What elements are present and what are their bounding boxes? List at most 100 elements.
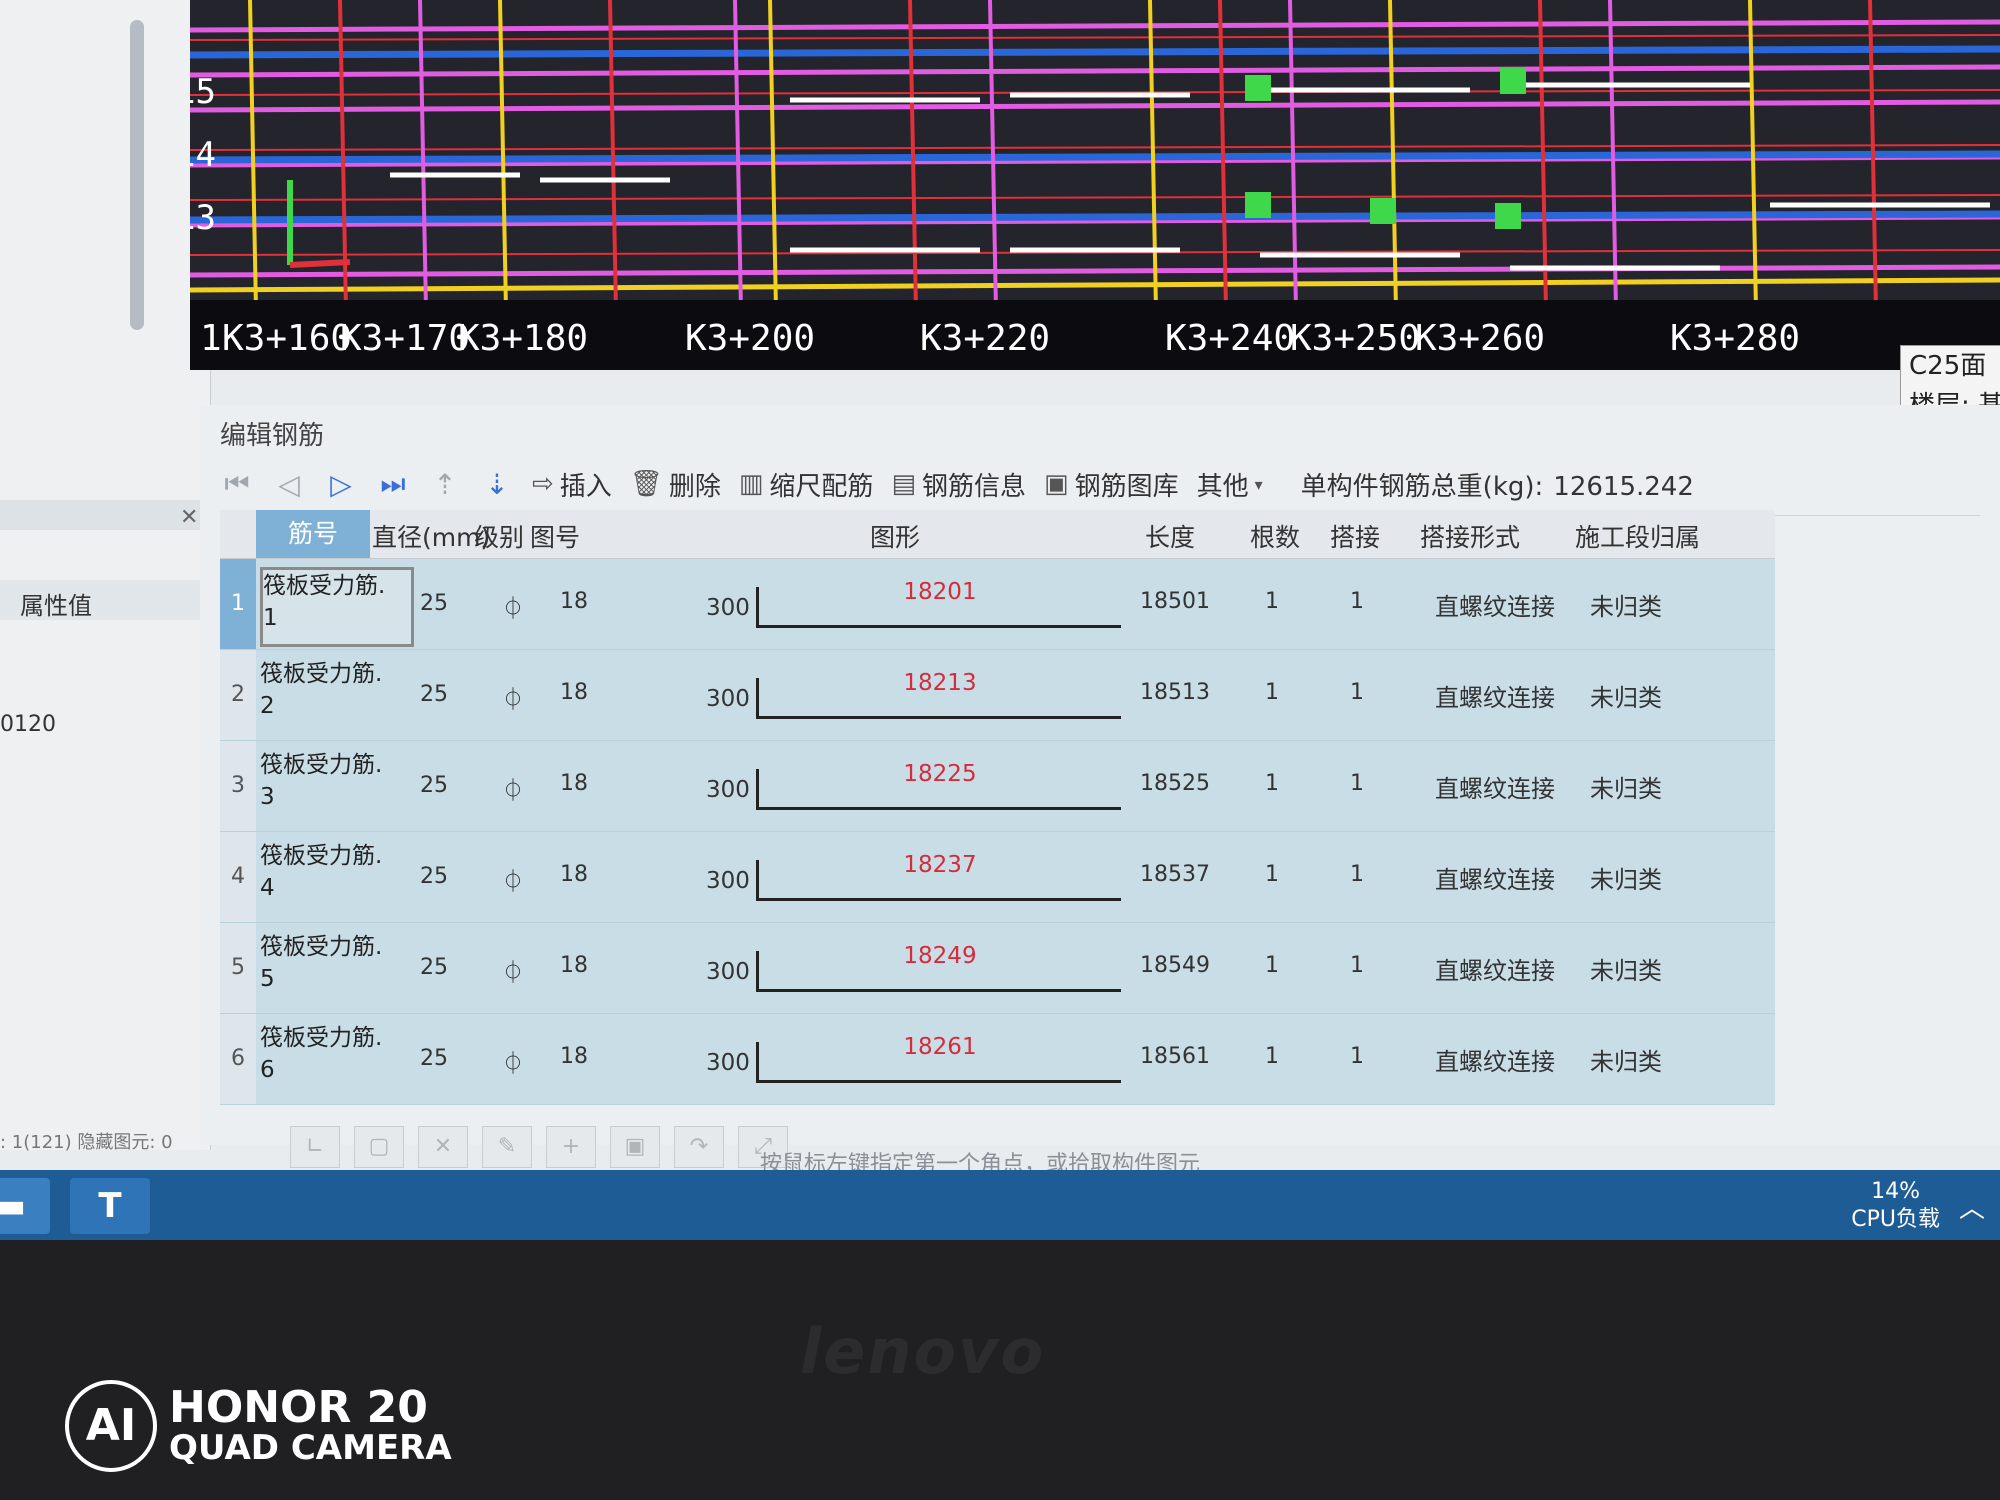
grade-cell[interactable]: ⏀ xyxy=(502,591,524,623)
shape-hook-length[interactable]: 300 xyxy=(706,868,750,894)
other-dropdown[interactable]: 其他 ▾ xyxy=(1197,466,1263,503)
shape-hook-length[interactable]: 300 xyxy=(706,686,750,712)
grip-handle[interactable] xyxy=(1245,192,1271,218)
col-bar-no[interactable]: 筋号 xyxy=(256,510,370,558)
shape-length-value[interactable]: 18237 xyxy=(759,852,1121,878)
grade-cell[interactable]: ⏀ xyxy=(502,864,524,896)
splice-cell[interactable]: 1 xyxy=(1350,589,1364,614)
length-cell[interactable]: 18549 xyxy=(1140,953,1210,978)
table-row[interactable]: 5 筏板受力筋. 5 25 ⏀ 18 300 18249 18549 1 1 直螺纹连接 未归类 xyxy=(220,923,1775,1014)
arc-tool-icon[interactable]: ↷ xyxy=(674,1126,724,1168)
diameter-cell[interactable]: 25 xyxy=(420,591,448,616)
table-row[interactable]: 2 筏板受力筋. 2 25 ⏀ 18 300 18213 18513 1 1 直螺纹连接 未归类 xyxy=(220,650,1775,741)
pen-tool-icon[interactable]: ✎ xyxy=(482,1126,532,1168)
figure-no-cell[interactable]: 18 xyxy=(560,1044,588,1069)
splice-type-cell[interactable]: 直螺纹连接 xyxy=(1435,1042,1555,1077)
shape-length-value[interactable]: 18225 xyxy=(759,761,1121,787)
close-icon[interactable]: ✕ xyxy=(180,505,198,530)
rebar-shape-figure[interactable]: 18213 xyxy=(756,670,1121,719)
splice-cell[interactable]: 1 xyxy=(1350,862,1364,887)
diameter-cell[interactable]: 25 xyxy=(420,682,448,707)
shape-length-value[interactable]: 18201 xyxy=(759,579,1121,605)
length-cell[interactable]: 18537 xyxy=(1140,862,1210,887)
shape-hook-length[interactable]: 300 xyxy=(706,959,750,985)
grade-cell[interactable]: ⏀ xyxy=(502,682,524,714)
rebar-info-button[interactable]: ▤ 钢筋信息 xyxy=(891,466,1026,503)
rebar-shape-figure[interactable]: 18237 xyxy=(756,852,1121,901)
col-splice-type[interactable]: 搭接形式 xyxy=(1420,518,1520,554)
row-index[interactable]: 5 xyxy=(220,923,256,1013)
splice-cell[interactable]: 1 xyxy=(1350,771,1364,796)
next-record-icon[interactable]: ▷ xyxy=(324,468,358,501)
diameter-cell[interactable]: 25 xyxy=(420,773,448,798)
splice-type-cell[interactable]: 直螺纹连接 xyxy=(1435,769,1555,804)
cross-tool-icon[interactable]: ✕ xyxy=(418,1126,468,1168)
shape-length-value[interactable]: 18261 xyxy=(759,1034,1121,1060)
row-index[interactable]: 6 xyxy=(220,1014,256,1104)
grade-cell[interactable]: ⏀ xyxy=(502,1046,524,1078)
insert-button[interactable]: ⇨ 插入 xyxy=(532,466,612,503)
cad-viewport[interactable]: 15 14 13 1 K3+160 K3+170 K3+180 K3+200 K… xyxy=(190,0,2000,370)
previous-record-icon[interactable]: ◁ xyxy=(272,468,306,501)
line-tool-icon[interactable]: ∟ xyxy=(290,1126,340,1168)
count-cell[interactable]: 1 xyxy=(1265,589,1279,614)
count-cell[interactable]: 1 xyxy=(1265,1044,1279,1069)
figure-no-cell[interactable]: 18 xyxy=(560,862,588,887)
diameter-cell[interactable]: 25 xyxy=(420,955,448,980)
rebar-shape-figure[interactable]: 18261 xyxy=(756,1034,1121,1083)
col-length[interactable]: 长度 xyxy=(1145,518,1195,554)
cpu-monitor[interactable]: 14% CPU负载 xyxy=(1851,1178,1940,1234)
segment-cell[interactable]: 未归类 xyxy=(1590,951,1662,986)
move-down-icon[interactable]: ⇣ xyxy=(480,468,514,501)
count-cell[interactable]: 1 xyxy=(1265,771,1279,796)
count-cell[interactable]: 1 xyxy=(1265,862,1279,887)
rebar-shape-figure[interactable]: 18249 xyxy=(756,943,1121,992)
tray-chevron-up-icon[interactable]: ︿ xyxy=(1959,1188,1985,1225)
segment-cell[interactable]: 未归类 xyxy=(1590,1042,1662,1077)
bar-name-cell[interactable]: 筏板受力筋. 5 xyxy=(260,931,408,1005)
rebar-library-button[interactable]: ▣ 钢筋图库 xyxy=(1044,466,1179,503)
row-index[interactable]: 1 xyxy=(220,559,256,649)
figure-no-cell[interactable]: 18 xyxy=(560,953,588,978)
grip-handle[interactable] xyxy=(1370,198,1396,224)
col-count[interactable]: 根数 xyxy=(1250,518,1300,554)
bar-name-cell[interactable]: 筏板受力筋. 4 xyxy=(260,840,408,914)
rebar-shape-figure[interactable]: 18225 xyxy=(756,761,1121,810)
shape-hook-length[interactable]: 300 xyxy=(706,595,750,621)
length-cell[interactable]: 18513 xyxy=(1140,680,1210,705)
grade-cell[interactable]: ⏀ xyxy=(502,955,524,987)
count-cell[interactable]: 1 xyxy=(1265,680,1279,705)
col-figure-no[interactable]: 图号 xyxy=(530,518,580,554)
select-tool-icon[interactable]: ▣ xyxy=(610,1126,660,1168)
count-cell[interactable]: 1 xyxy=(1265,953,1279,978)
last-record-icon[interactable]: ⏭ xyxy=(376,467,410,501)
splice-cell[interactable]: 1 xyxy=(1350,680,1364,705)
grip-handle[interactable] xyxy=(1495,203,1521,229)
diameter-cell[interactable]: 25 xyxy=(420,1046,448,1071)
splice-type-cell[interactable]: 直螺纹连接 xyxy=(1435,587,1555,622)
move-up-icon[interactable]: ⇡ xyxy=(428,468,462,501)
row-index[interactable]: 2 xyxy=(220,650,256,740)
folder-icon[interactable]: ▬ xyxy=(0,1178,50,1234)
diameter-cell[interactable]: 25 xyxy=(420,864,448,889)
grip-handle[interactable] xyxy=(1245,75,1271,101)
length-cell[interactable]: 18501 xyxy=(1140,589,1210,614)
grade-cell[interactable]: ⏀ xyxy=(502,773,524,805)
col-diameter[interactable]: 直径(mm) xyxy=(372,518,490,554)
figure-no-cell[interactable]: 18 xyxy=(560,771,588,796)
col-grade[interactable]: 级别 xyxy=(474,518,524,554)
bar-name-cell[interactable]: 筏板受力筋. 1 xyxy=(260,567,414,647)
figure-no-cell[interactable]: 18 xyxy=(560,680,588,705)
segment-cell[interactable]: 未归类 xyxy=(1590,860,1662,895)
shape-length-value[interactable]: 18213 xyxy=(759,670,1121,696)
col-segment[interactable]: 施工段归属 xyxy=(1575,518,1700,554)
row-index[interactable]: 4 xyxy=(220,832,256,922)
segment-cell[interactable]: 未归类 xyxy=(1590,678,1662,713)
bar-name-cell[interactable]: 筏板受力筋. 2 xyxy=(260,658,408,732)
splice-type-cell[interactable]: 直螺纹连接 xyxy=(1435,860,1555,895)
col-splice[interactable]: 搭接 xyxy=(1330,518,1380,554)
length-cell[interactable]: 18561 xyxy=(1140,1044,1210,1069)
splice-cell[interactable]: 1 xyxy=(1350,953,1364,978)
scale-rebar-button[interactable]: ▥ 缩尺配筋 xyxy=(739,466,874,503)
taskbar-app-button[interactable]: T xyxy=(70,1178,150,1234)
